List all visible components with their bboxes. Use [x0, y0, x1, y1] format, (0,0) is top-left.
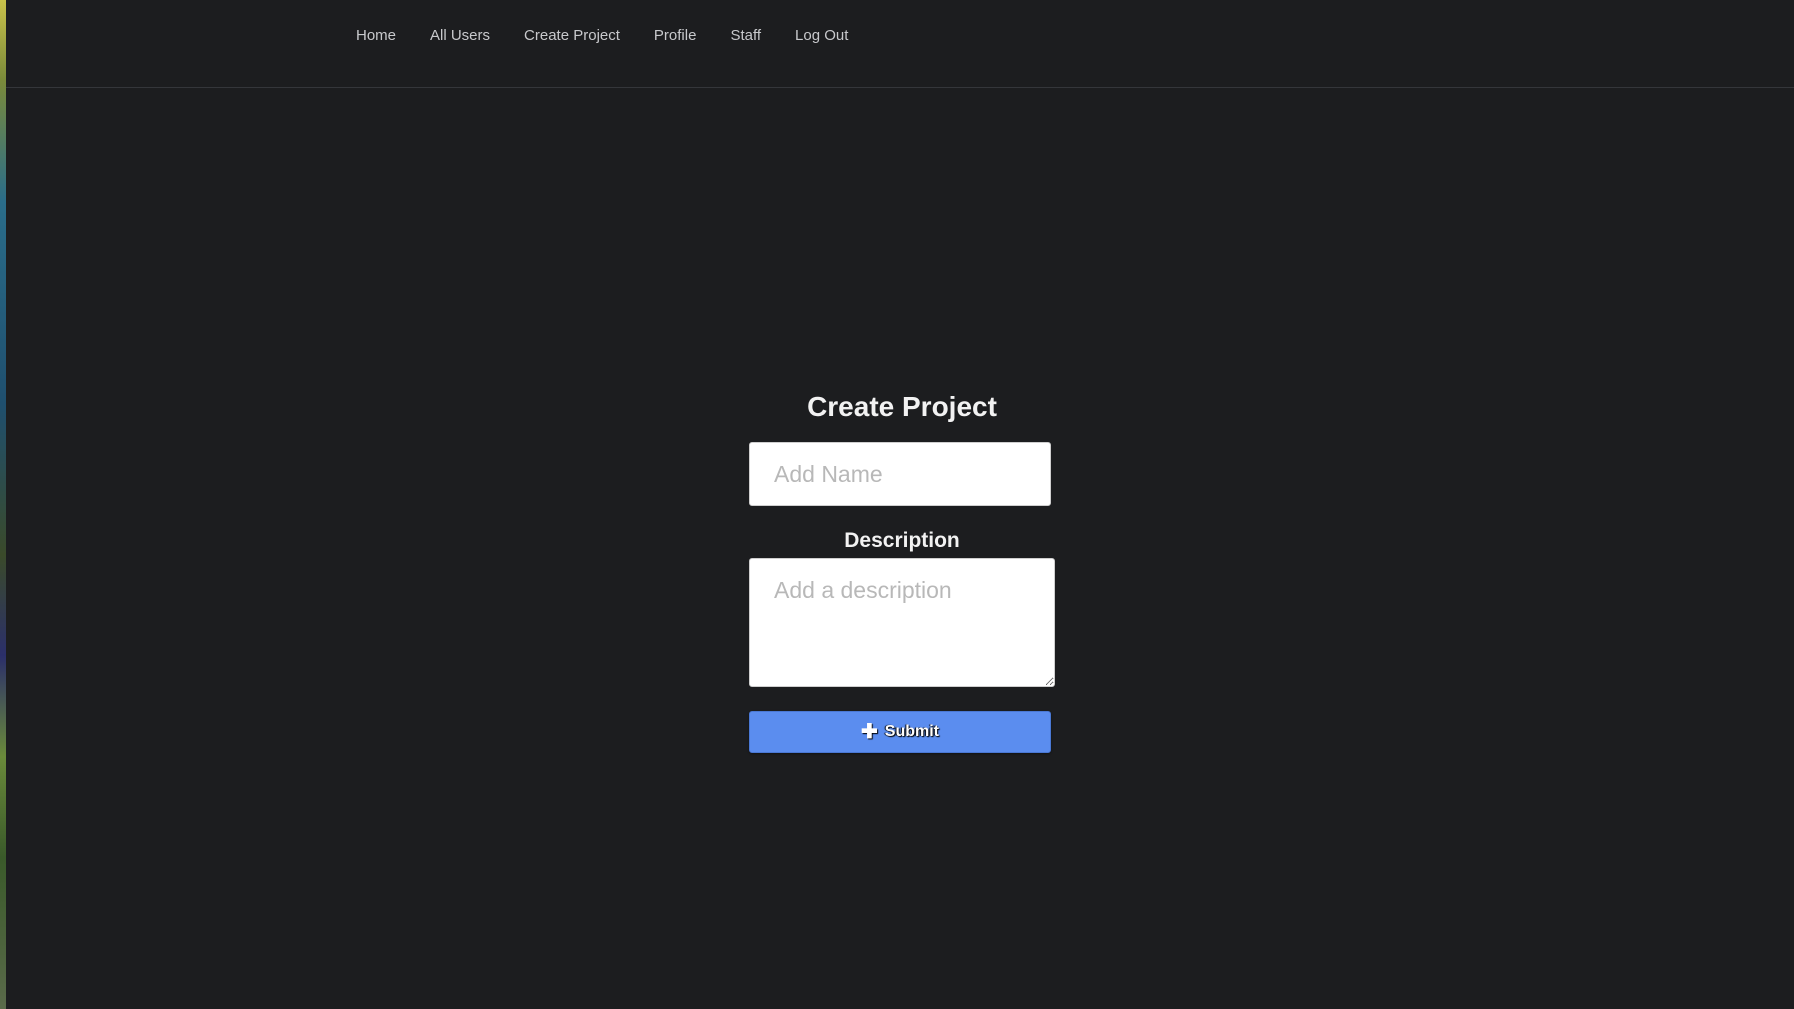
submit-button[interactable]: ✚ Submit [749, 711, 1051, 753]
project-name-input[interactable] [749, 442, 1051, 506]
submit-label: Submit [884, 723, 939, 740]
nav-menu: Home All Users Create Project Profile St… [356, 25, 882, 47]
description-label: Description [844, 529, 960, 552]
nav-link-all-users[interactable]: All Users [430, 25, 490, 47]
desktop-wallpaper-strip [0, 0, 6, 1009]
nav-link-log-out[interactable]: Log Out [795, 25, 848, 47]
description-textarea[interactable] [749, 558, 1055, 687]
nav-link-create-project[interactable]: Create Project [524, 25, 620, 47]
nav-link-profile[interactable]: Profile [654, 25, 697, 47]
top-navbar: Home All Users Create Project Profile St… [6, 0, 1794, 88]
create-project-form: Create Project Description ✚ Submit [749, 385, 1055, 753]
nav-link-staff[interactable]: Staff [730, 25, 761, 47]
plus-icon: ✚ [861, 721, 878, 743]
nav-link-home[interactable]: Home [356, 25, 396, 47]
page-title: Create Project [807, 391, 997, 422]
